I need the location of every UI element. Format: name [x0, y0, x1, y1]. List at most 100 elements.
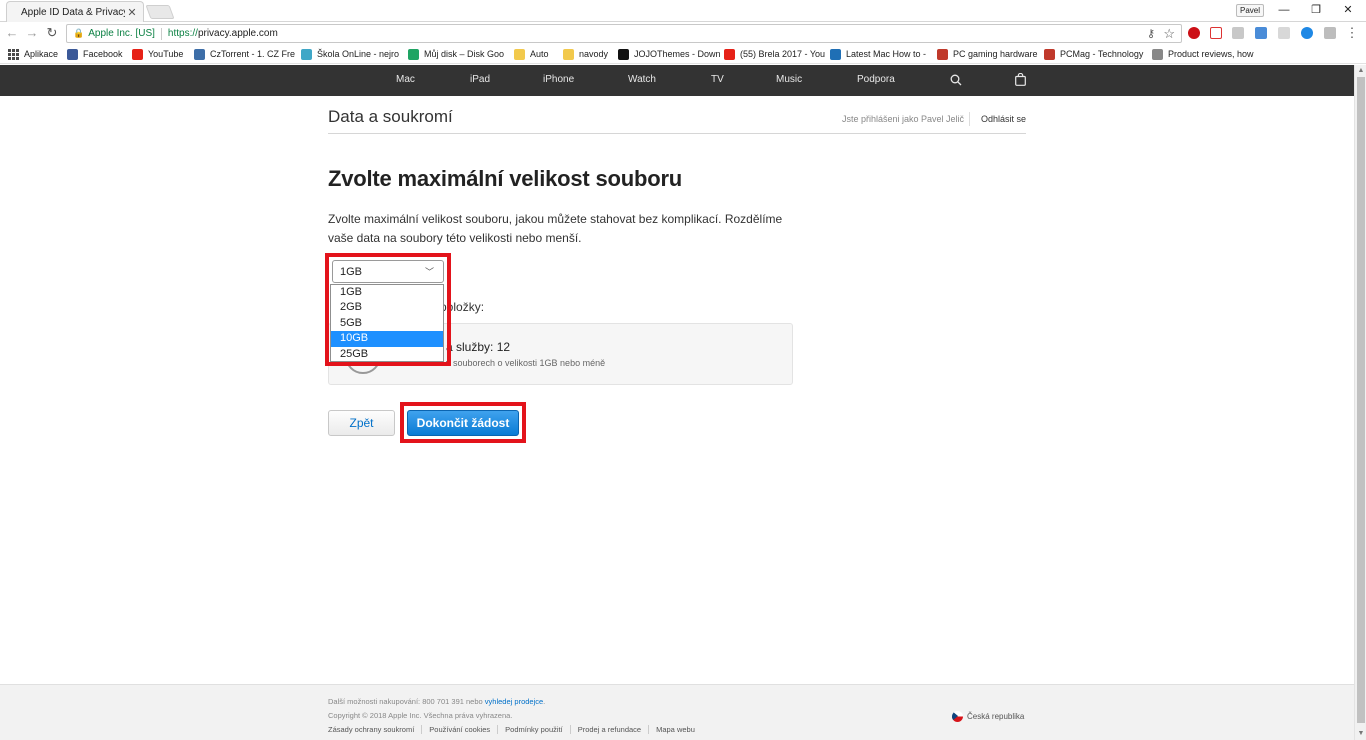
profile-button[interactable]: Pavel: [1236, 4, 1265, 17]
region-selector[interactable]: Česká republika: [952, 711, 1024, 722]
bookmark-item[interactable]: PC gaming hardware: [937, 48, 1053, 60]
bookmark-label: navody: [579, 49, 609, 59]
nav-item-music[interactable]: Music: [776, 74, 802, 85]
bookmark-label: YouTube: [148, 49, 184, 59]
chevron-down-icon: ﹀: [424, 267, 434, 277]
items-label: položky:: [440, 300, 485, 314]
bookmark-item[interactable]: CzTorrent - 1. CZ Fre: [194, 48, 312, 60]
dropdown-option[interactable]: 2GB: [331, 300, 443, 315]
nav-item-watch[interactable]: Watch: [628, 74, 656, 85]
bookmark-item[interactable]: JOJOThemes - Down: [618, 48, 734, 60]
dropdown-option[interactable]: 1GB: [331, 285, 443, 300]
czech-flag-icon: [952, 711, 963, 722]
folder-icon: [563, 48, 574, 60]
back-arrow-icon[interactable]: ←: [4, 25, 20, 41]
site-identity[interactable]: Apple Inc. [US]: [88, 28, 155, 39]
folder-icon: [514, 48, 525, 60]
file-size-select[interactable]: 1GB ﹀: [332, 260, 444, 283]
skola-online-icon: [301, 48, 312, 60]
bookmark-item[interactable]: Můj disk – Disk Goo: [408, 48, 524, 60]
footer-shop-end: .: [543, 697, 546, 706]
bookmark-star-icon[interactable]: ☆: [1163, 26, 1175, 42]
bookmark-label: Latest Mac How to -: [846, 49, 927, 59]
bag-icon[interactable]: [1015, 73, 1026, 86]
close-tab-icon[interactable]: ✕: [125, 6, 139, 19]
footer-link-sitemap[interactable]: Mapa webu: [648, 725, 702, 734]
region-label: Česká republika: [967, 712, 1025, 721]
extension-icon[interactable]: [1324, 27, 1336, 39]
summary-title: a služby: 12: [446, 340, 511, 354]
scroll-down-arrow-icon[interactable]: ▼: [1355, 728, 1366, 740]
url-scheme: https://: [167, 28, 198, 39]
signed-in-text: Jste přihlášeni jako Pavel Jelič: [841, 114, 964, 124]
nav-item-mac[interactable]: Mac: [396, 74, 415, 85]
copyright: Copyright © 2018 Apple Inc. Všechna práv…: [328, 711, 513, 720]
opera-extension-icon[interactable]: [1188, 27, 1200, 39]
page-title[interactable]: Data a soukromí: [328, 107, 453, 127]
step-heading: Zvolte maximální velikost souboru: [328, 166, 683, 191]
dropdown-option[interactable]: 25GB: [331, 347, 443, 362]
bookmark-item[interactable]: (55) Brela 2017 - You: [724, 48, 840, 60]
bookmark-label: Škola OnLine - nejro: [317, 49, 400, 59]
restore-button[interactable]: ❐: [1302, 2, 1330, 18]
dropdown-option[interactable]: 5GB: [331, 316, 443, 331]
bookmarks-bar: Aplikace Facebook YouTube CzTorrent - 1. CZ…: [0, 44, 1366, 64]
extension-icon[interactable]: [1301, 27, 1313, 39]
bookmark-label: JOJOThemes - Down: [634, 49, 721, 59]
menu-icon[interactable]: ⋮: [1344, 25, 1360, 41]
back-button[interactable]: Zpět: [328, 410, 395, 436]
page-scrollbar[interactable]: ▲ ▼: [1354, 65, 1366, 740]
browser-toolbar: ← → ↻ 🔒 Apple Inc. [US] https:// privacy…: [0, 22, 1366, 44]
local-nav: Data a soukromí Jste přihlášeni jako Pav…: [328, 100, 1026, 134]
bookmark-item[interactable]: Latest Mac How to -: [830, 48, 946, 60]
extension-icon[interactable]: [1255, 27, 1267, 39]
scroll-up-arrow-icon[interactable]: ▲: [1355, 65, 1366, 77]
nav-item-podpora[interactable]: Podpora: [857, 74, 895, 85]
pc-icon: [1044, 48, 1055, 60]
bookmark-label: PCMag - Technology: [1060, 49, 1144, 59]
summary-subtitle: v souborech o velikosti 1GB nebo méně: [446, 358, 606, 368]
search-icon[interactable]: [950, 74, 962, 86]
close-window-button[interactable]: ✕: [1334, 2, 1362, 18]
file-size-select-value: 1GB: [340, 266, 363, 278]
logout-link[interactable]: Odhlásit se: [981, 114, 1026, 124]
key-icon[interactable]: ⚷: [1147, 27, 1155, 40]
forward-arrow-icon[interactable]: →: [24, 25, 40, 41]
finish-request-button[interactable]: Dokončit žádost: [407, 410, 519, 436]
nav-item-iphone[interactable]: iPhone: [543, 74, 574, 85]
youtube-icon: [132, 48, 143, 60]
footer-link-privacy[interactable]: Zásady ochrany soukromí: [328, 725, 421, 734]
footer-link-cookies[interactable]: Používání cookies: [421, 725, 497, 734]
browser-tab[interactable]: Apple ID Data & Privacy ✕: [6, 1, 144, 22]
find-reseller-link[interactable]: vyhledej prodejce: [485, 697, 543, 706]
new-tab-button[interactable]: [145, 5, 175, 19]
bookmark-label: Product reviews, how: [1168, 49, 1254, 59]
jojo-icon: [618, 48, 629, 60]
dropdown-option[interactable]: 10GB: [331, 331, 443, 347]
pc-icon: [937, 48, 948, 60]
divider: [160, 27, 162, 40]
bookmark-item[interactable]: Škola OnLine - nejro: [301, 48, 419, 60]
lock-icon: 🔒: [73, 28, 85, 38]
address-bar[interactable]: 🔒 Apple Inc. [US] https:// privacy.apple…: [66, 24, 1182, 43]
reload-icon[interactable]: ↻: [44, 25, 60, 41]
cztorrent-icon: [194, 48, 205, 60]
footer-shop-text: Další možnosti nakupování: 800 701 391 n…: [328, 697, 545, 706]
skype-extension-icon[interactable]: [1232, 27, 1244, 39]
bookmark-label: (55) Brela 2017 - You: [740, 49, 826, 59]
footer-link-sales[interactable]: Prodej a refundace: [569, 725, 648, 734]
extension-icon[interactable]: [1278, 27, 1290, 39]
scrollbar-thumb[interactable]: [1357, 77, 1365, 723]
footer-link-terms[interactable]: Podmínky použití: [497, 725, 570, 734]
bookmark-item[interactable]: Product reviews, how: [1152, 48, 1265, 60]
nav-item-tv[interactable]: TV: [711, 74, 724, 85]
bookmark-label: CzTorrent - 1. CZ Fre: [210, 49, 296, 59]
apple-global-nav: Mac iPad iPhone Watch TV Music Podpora: [0, 65, 1354, 96]
bookmark-label: Auto: [530, 49, 549, 59]
page-icon: [1152, 48, 1163, 60]
apps-grid-icon: [8, 48, 19, 60]
bookmark-item[interactable]: PCMag - Technology: [1044, 48, 1162, 60]
nav-item-ipad[interactable]: iPad: [470, 74, 490, 85]
minimize-button[interactable]: —: [1270, 2, 1298, 18]
extension-icon[interactable]: [1210, 27, 1222, 39]
